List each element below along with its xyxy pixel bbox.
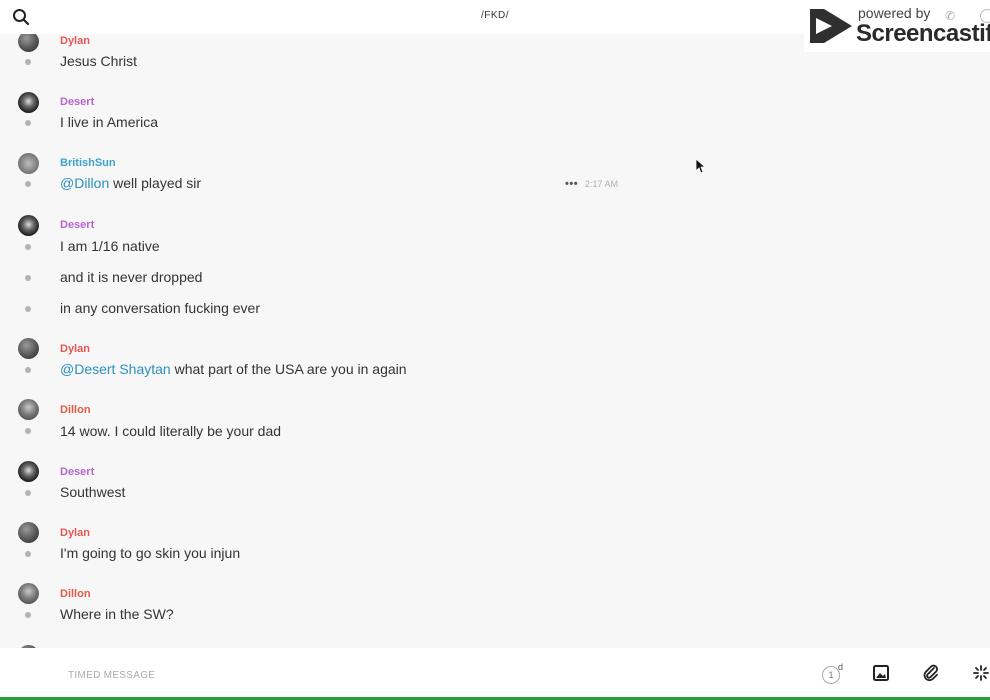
watermark-powered-text: powered by bbox=[858, 5, 931, 21]
info-icon bbox=[980, 9, 990, 23]
composer-bar: 1 d bbox=[0, 648, 990, 700]
sparkle-icon[interactable] bbox=[972, 664, 990, 687]
paperclip-icon[interactable] bbox=[922, 664, 940, 687]
line-marker bbox=[25, 367, 31, 373]
line-marker bbox=[25, 244, 31, 250]
line-marker bbox=[25, 59, 31, 65]
avatar[interactable] bbox=[18, 461, 39, 482]
author-name[interactable]: BritishSun bbox=[60, 157, 116, 169]
author-name[interactable]: Desert bbox=[60, 466, 94, 478]
line-marker bbox=[25, 275, 31, 281]
avatar[interactable] bbox=[18, 522, 39, 543]
phone-icon: ✆ bbox=[945, 9, 956, 23]
message-text: I am 1/16 native bbox=[60, 238, 160, 254]
message-text: 14 wow. I could literally be your dad bbox=[60, 423, 282, 439]
line-marker bbox=[25, 551, 31, 557]
avatar[interactable] bbox=[18, 338, 39, 359]
message-text: Where in the SW? bbox=[60, 606, 174, 622]
message-timestamp: 2:17 AM bbox=[585, 179, 619, 189]
mention-link[interactable]: @Desert Shaytan bbox=[60, 361, 171, 377]
author-name[interactable]: Dylan bbox=[60, 527, 90, 539]
message-text-body: well played sir bbox=[109, 175, 202, 191]
line-marker bbox=[25, 181, 31, 187]
message-text: Southwest bbox=[60, 484, 126, 500]
message-text: @Desert Shaytan what part of the USA are… bbox=[60, 361, 407, 377]
avatar[interactable] bbox=[18, 34, 39, 52]
avatar[interactable] bbox=[18, 215, 39, 236]
author-name[interactable]: Dylan bbox=[60, 343, 90, 355]
message-text: I'm going to go skin you injun bbox=[60, 545, 241, 561]
line-marker bbox=[25, 120, 31, 126]
line-marker bbox=[25, 612, 31, 618]
avatar[interactable] bbox=[18, 153, 39, 174]
line-marker bbox=[25, 306, 31, 312]
avatar[interactable] bbox=[18, 583, 39, 604]
author-name[interactable]: Desert bbox=[60, 219, 94, 231]
message-text: in any conversation fucking ever bbox=[60, 300, 260, 316]
message-text: and it is never dropped bbox=[60, 269, 203, 285]
message-list: Dylan Jesus Christ Desert I live in Amer… bbox=[0, 34, 990, 648]
image-icon[interactable] bbox=[873, 665, 889, 686]
timer-unit: d bbox=[838, 662, 844, 672]
message-text: I live in America bbox=[60, 114, 159, 130]
avatar[interactable] bbox=[18, 92, 39, 113]
line-marker bbox=[25, 428, 31, 434]
message-input[interactable] bbox=[66, 664, 770, 686]
mouse-cursor-icon bbox=[696, 159, 706, 174]
author-name[interactable]: Dylan bbox=[60, 35, 90, 47]
timer-button[interactable]: 1 d bbox=[822, 662, 846, 684]
message-text: @Dillon well played sir bbox=[60, 175, 201, 191]
author-name[interactable]: Dillon bbox=[60, 404, 91, 416]
mention-link[interactable]: @Dillon bbox=[60, 175, 109, 191]
message-text-body: what part of the USA are you in again bbox=[170, 361, 407, 377]
author-name[interactable]: Desert bbox=[60, 96, 94, 108]
more-options-icon[interactable]: ••• bbox=[565, 178, 578, 190]
line-marker bbox=[25, 490, 31, 496]
author-name[interactable]: Dillon bbox=[60, 588, 91, 600]
avatar[interactable] bbox=[18, 399, 39, 420]
message-text: Jesus Christ bbox=[60, 53, 138, 69]
